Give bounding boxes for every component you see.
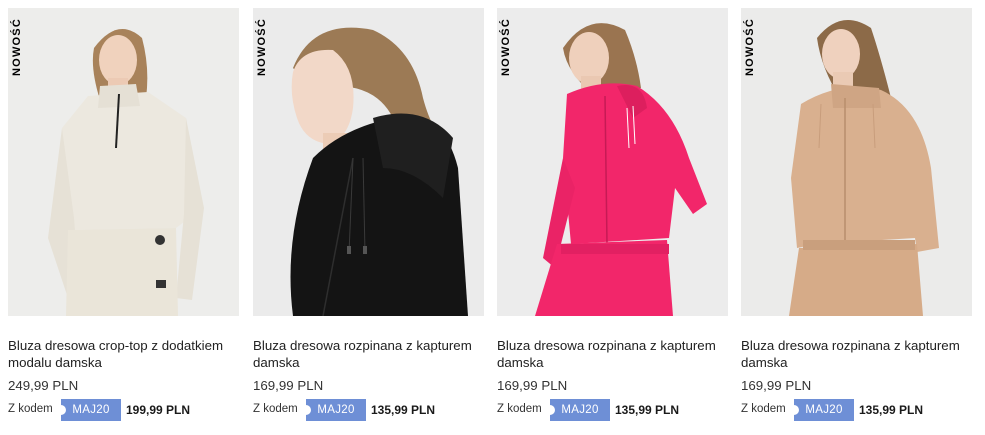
product-price: 249,99 PLN (8, 378, 79, 393)
promo-row: Z kodem MAJ20 199,99 PLN (8, 399, 239, 421)
promo-code-badge: MAJ20 (789, 399, 854, 421)
promo-code-badge: MAJ20 (301, 399, 366, 421)
product-card[interactable]: NOWOŚĆ Bluza dresowa rozpinana z kapture… (497, 8, 728, 435)
promo-row: Z kodem MAJ20 135,99 PLN (741, 399, 972, 421)
product-image[interactable]: NOWOŚĆ (8, 8, 239, 316)
product-price: 169,99 PLN (741, 378, 812, 393)
product-title[interactable]: Bluza dresowa rozpinana z kapturem damsk… (497, 337, 728, 371)
product-image[interactable]: NOWOŚĆ (253, 8, 484, 316)
promo-label: Z kodem (8, 403, 53, 415)
new-badge-label: NOWOŚĆ (11, 18, 23, 76)
new-badge-label: NOWOŚĆ (500, 18, 512, 76)
promo-code-badge: MAJ20 (545, 399, 610, 421)
new-badge: NOWOŚĆ (743, 12, 757, 82)
product-price: 169,99 PLN (497, 378, 568, 393)
product-photo-illustration (253, 8, 484, 316)
product-photo-illustration (8, 8, 239, 316)
promo-row: Z kodem MAJ20 135,99 PLN (253, 399, 484, 421)
product-image[interactable]: NOWOŚĆ (497, 8, 728, 316)
promo-price: 135,99 PLN (615, 403, 680, 417)
product-title[interactable]: Bluza dresowa rozpinana z kapturem damsk… (253, 337, 484, 371)
product-image[interactable]: NOWOŚĆ (741, 8, 972, 316)
new-badge-label: NOWOŚĆ (744, 18, 756, 76)
product-price: 169,99 PLN (253, 378, 324, 393)
product-card[interactable]: NOWOŚĆ Bluza dresowa crop-top z dodatkie… (8, 8, 239, 435)
promo-label: Z kodem (497, 403, 542, 415)
product-title[interactable]: Bluza dresowa crop-top z dodatkiem modal… (8, 337, 239, 371)
promo-price: 199,99 PLN (126, 403, 191, 417)
new-badge: NOWOŚĆ (10, 12, 24, 82)
product-title[interactable]: Bluza dresowa rozpinana z kapturem damsk… (741, 337, 972, 371)
new-badge: NOWOŚĆ (499, 12, 513, 82)
promo-price: 135,99 PLN (859, 403, 924, 417)
new-badge-label: NOWOŚĆ (256, 18, 268, 76)
promo-code-badge: MAJ20 (56, 399, 121, 421)
product-card[interactable]: NOWOŚĆ Bluza dresowa rozpinana z kapture… (253, 8, 484, 435)
product-photo-illustration (741, 8, 972, 316)
promo-label: Z kodem (253, 403, 298, 415)
promo-price: 135,99 PLN (371, 403, 436, 417)
product-photo-illustration (497, 8, 728, 316)
promo-row: Z kodem MAJ20 135,99 PLN (497, 399, 728, 421)
new-badge: NOWOŚĆ (255, 12, 269, 82)
product-card[interactable]: NOWOŚĆ Bluza dresowa rozpinana z kapture… (741, 8, 972, 435)
promo-label: Z kodem (741, 403, 786, 415)
